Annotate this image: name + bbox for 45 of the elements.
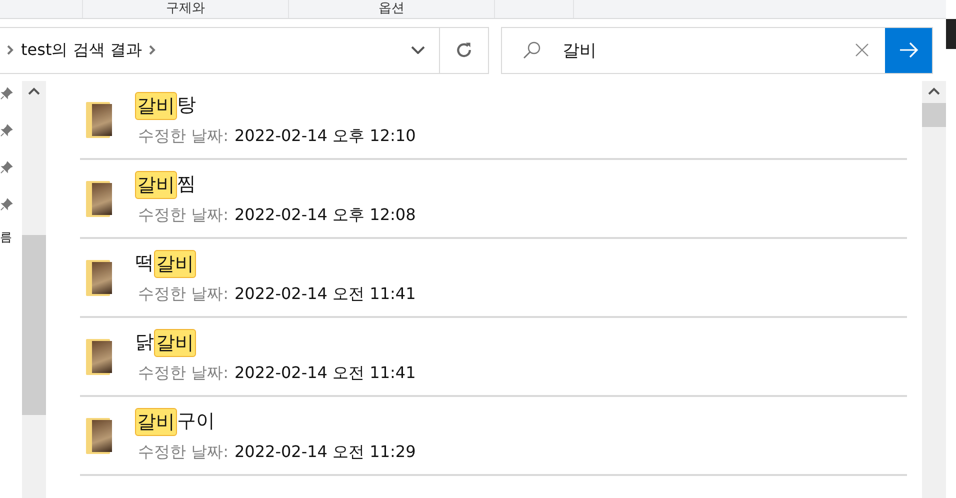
address-bar[interactable]: test의 검색 결과 xyxy=(0,26,490,74)
refresh-icon xyxy=(455,41,474,59)
scroll-up-icon[interactable] xyxy=(928,87,940,95)
search-go-button[interactable] xyxy=(885,28,932,72)
dropdown-icon[interactable] xyxy=(411,46,426,54)
file-name: 갈비 구이 xyxy=(135,408,416,436)
search-text: 갈비 xyxy=(562,40,596,62)
result-item[interactable]: 갈비 탕 수정한 날짜: 2022-02-14 오후 12:10 xyxy=(80,81,907,160)
result-item[interactable]: 떡 갈비 수정한 날짜: 2022-02-14 오전 11:41 xyxy=(80,239,907,318)
date-label: 수정한 날짜: xyxy=(138,126,228,147)
ribbon-tab[interactable]: 옵션 xyxy=(289,0,495,18)
file-name: 떡 갈비 xyxy=(135,250,416,278)
scrollbar[interactable] xyxy=(922,81,946,498)
result-item[interactable]: 닭 갈비 수정한 날짜: 2022-02-14 오전 11:41 xyxy=(80,318,907,397)
date-value: 2022-02-14 오전 11:41 xyxy=(234,284,416,305)
file-name: 갈비 탕 xyxy=(135,92,416,120)
pin-icon[interactable] xyxy=(0,124,13,137)
chevron-icon xyxy=(148,44,156,56)
date-value: 2022-02-14 오전 11:41 xyxy=(234,363,416,384)
date-label: 수정한 날짜: xyxy=(138,205,228,226)
date-value: 2022-02-14 오후 12:08 xyxy=(234,205,416,226)
pin-icon[interactable] xyxy=(0,87,13,100)
address-path: test의 검색 결과 xyxy=(21,40,142,60)
date-value: 2022-02-14 오후 12:10 xyxy=(234,126,416,147)
result-item[interactable]: 갈비 구이 수정한 날짜: 2022-02-14 오전 11:29 xyxy=(80,397,907,476)
scrollbar-thumb[interactable] xyxy=(22,235,46,415)
ribbon-tab[interactable]: 구제와 xyxy=(83,0,289,18)
date-label: 수정한 날짜: xyxy=(138,442,228,463)
file-name: 갈비 찜 xyxy=(135,171,416,199)
date-value: 2022-02-14 오전 11:29 xyxy=(234,442,416,463)
close-icon[interactable] xyxy=(855,43,869,57)
date-label: 수정한 날짜: xyxy=(138,363,228,384)
scrollbar[interactable] xyxy=(22,81,46,498)
arrow-right-icon xyxy=(898,42,918,58)
scrollbar-thumb[interactable] xyxy=(922,103,946,127)
date-label: 수정한 날짜: xyxy=(138,284,228,305)
search-icon xyxy=(522,40,542,60)
nav-item-text: 름 xyxy=(0,229,12,246)
file-name: 닭 갈비 xyxy=(135,329,416,357)
pin-icon[interactable] xyxy=(0,198,13,211)
pin-icon[interactable] xyxy=(0,161,13,174)
search-field[interactable]: 갈비 xyxy=(501,26,933,74)
scroll-up-icon[interactable] xyxy=(28,87,40,95)
result-item[interactable]: 갈비 찜 수정한 날짜: 2022-02-14 오후 12:08 xyxy=(80,160,907,239)
chevron-icon xyxy=(6,44,14,56)
